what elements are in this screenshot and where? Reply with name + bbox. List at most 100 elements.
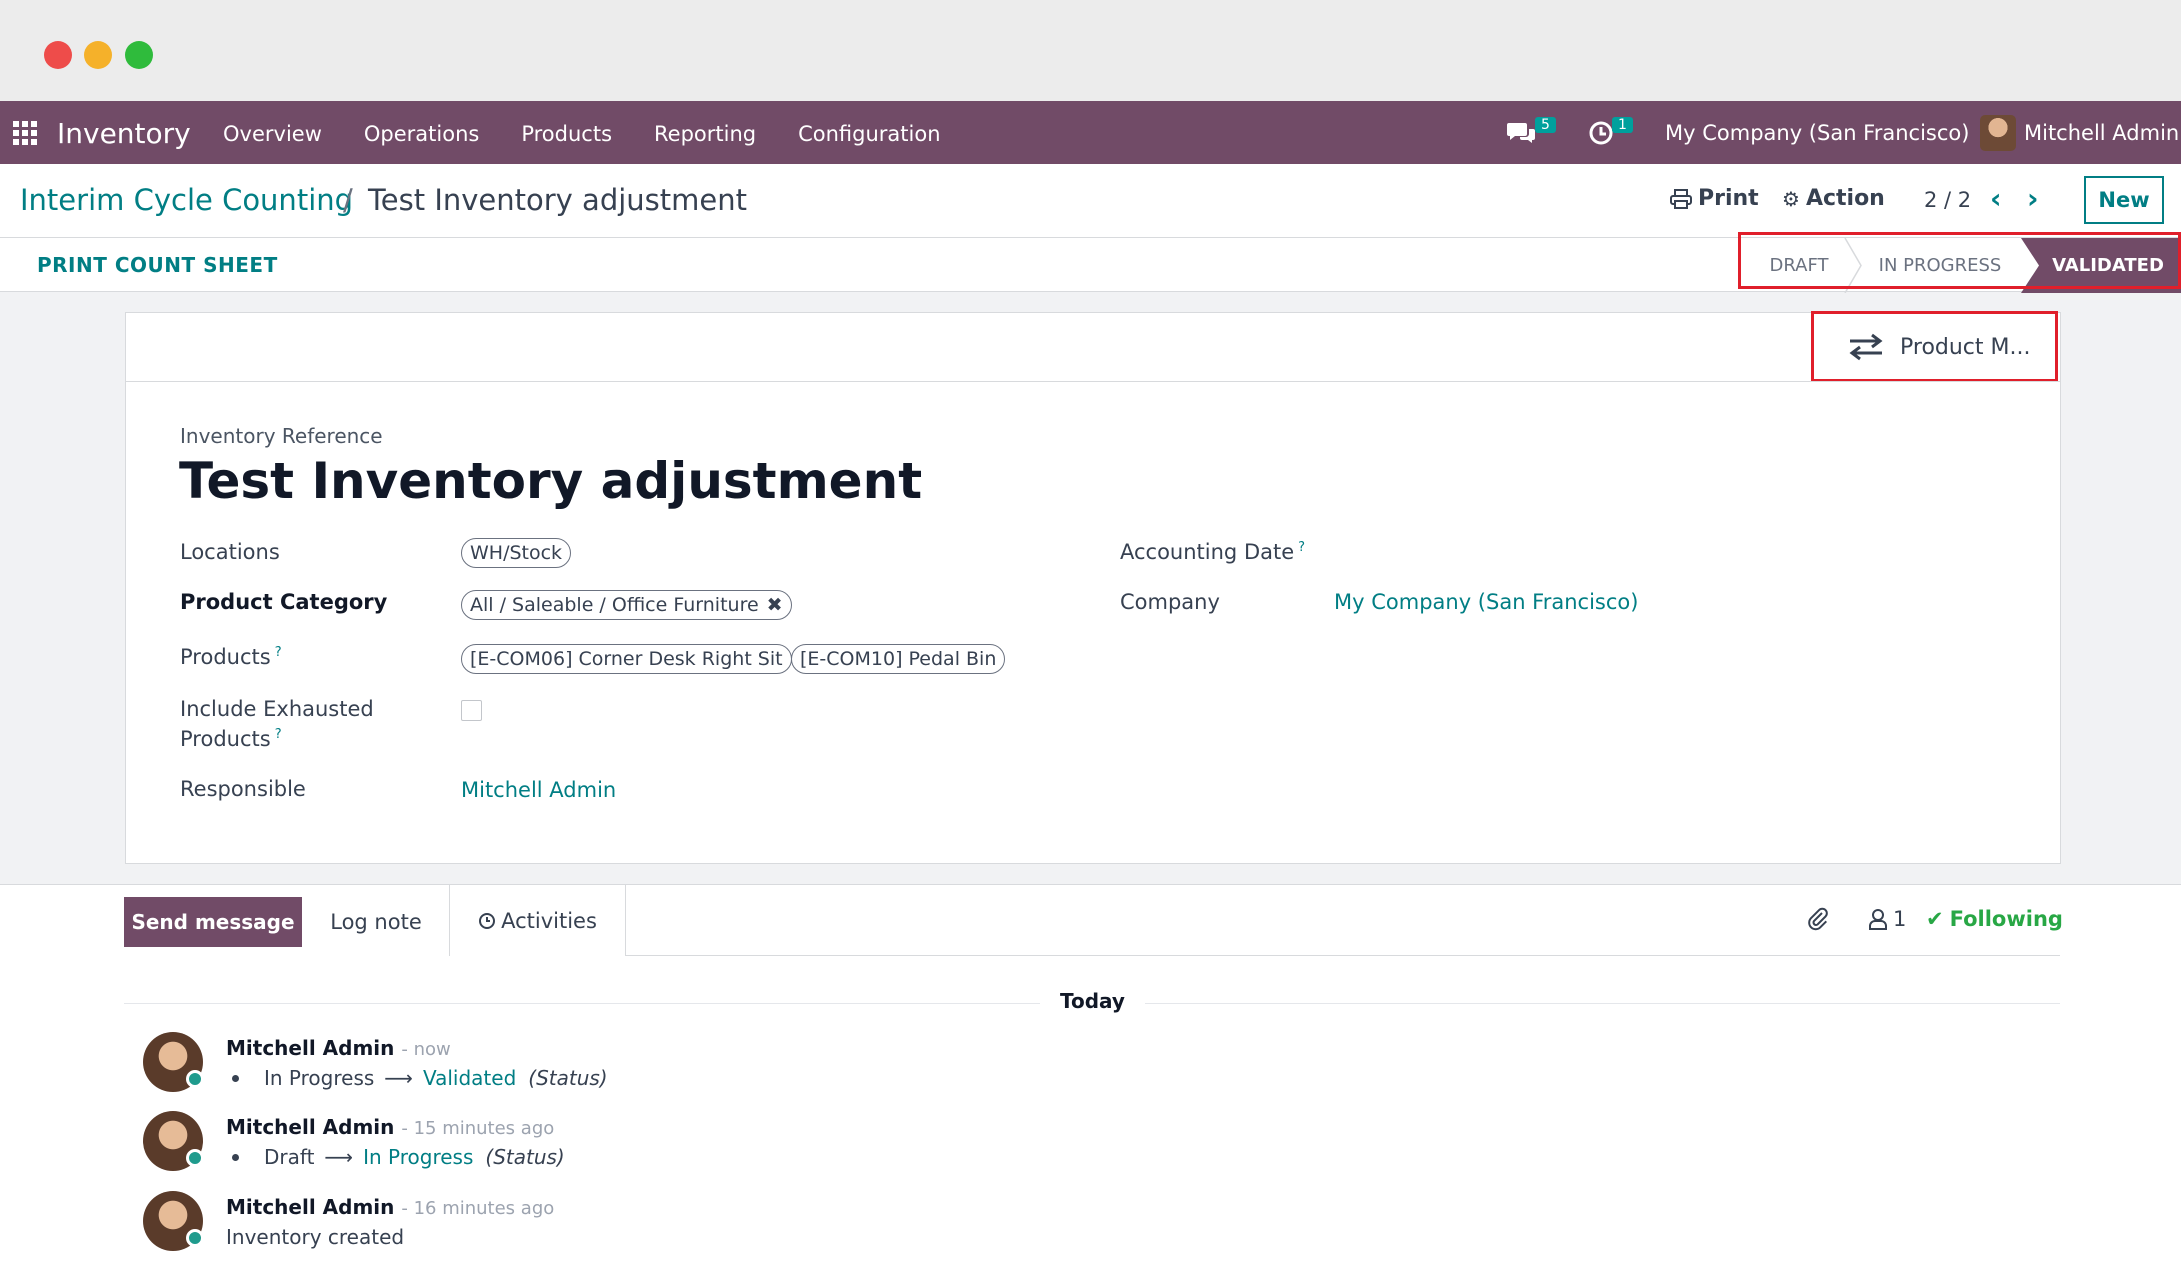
pager-next-icon[interactable]: › [2027, 182, 2039, 215]
followers-button[interactable]: 1 [1868, 907, 1906, 931]
button-box [125, 312, 2061, 382]
paperclip-icon [1808, 907, 1828, 931]
help-icon[interactable]: ? [1298, 540, 1305, 555]
inventory-reference-title[interactable]: Test Inventory adjustment [179, 452, 922, 510]
print-button[interactable]: Print [1670, 186, 1759, 211]
help-icon[interactable]: ? [275, 727, 282, 742]
highlight-box-smart-button [1811, 311, 2058, 382]
chatter: Send message Log note Activities 1 ✔ Fol… [0, 884, 2181, 1271]
include-exhausted-label: Include Exhausted [180, 697, 374, 721]
tracking-old-value: In Progress [264, 1066, 375, 1090]
action-button[interactable]: ⚙ Action [1782, 186, 1885, 211]
message-time: - now [401, 1039, 451, 1060]
print-count-sheet-button[interactable]: PRINT COUNT SHEET [37, 253, 278, 277]
accounting-date-label-text: Accounting Date [1120, 540, 1295, 564]
window-titlebar [0, 0, 2181, 101]
locations-label: Locations [180, 540, 280, 564]
menu-configuration[interactable]: Configuration [798, 122, 940, 146]
tracking-value: Draft ⟶ In Progress (Status) [232, 1145, 565, 1169]
product-category-value: All / Saleable / Office Furniture [470, 594, 759, 616]
message-author-name: Mitchell Admin [226, 1036, 395, 1060]
product-tag[interactable]: [E-COM10] Pedal Bin [791, 644, 1006, 674]
remove-icon[interactable]: ✖ [767, 594, 783, 616]
chat-icon [1507, 122, 1535, 143]
tracking-old-value: Draft [264, 1145, 315, 1169]
include-exhausted-label-line2: Products? [180, 727, 282, 751]
message-author: Mitchell Admin - now [226, 1036, 451, 1060]
pager-value[interactable]: 2 / 2 [1924, 188, 1971, 212]
include-exhausted-checkbox[interactable] [461, 700, 482, 721]
send-message-button[interactable]: Send message [124, 897, 302, 947]
clock-icon [479, 912, 496, 929]
online-status-icon [186, 1070, 204, 1088]
accounting-date-label: Accounting Date? [1120, 540, 1305, 564]
minimize-window-button[interactable] [84, 41, 112, 69]
log-note-button[interactable]: Log note [304, 897, 448, 947]
pager-previous-icon[interactable]: ‹ [1990, 182, 2002, 215]
tracking-new-value: Validated [422, 1066, 517, 1090]
company-switcher[interactable]: My Company (San Francisco) [1665, 101, 1969, 164]
message-author-name: Mitchell Admin [226, 1195, 395, 1219]
print-label: Print [1698, 186, 1759, 211]
include-exhausted-label-text: Products [180, 727, 271, 751]
product-category-tag[interactable]: All / Saleable / Office Furniture ✖ [461, 590, 792, 620]
followers-count: 1 [1893, 907, 1907, 931]
breadcrumb-current: Test Inventory adjustment [368, 183, 747, 217]
activity-menu[interactable] [1588, 101, 1614, 164]
attachment-button[interactable] [1806, 907, 1830, 931]
printer-icon [1670, 188, 1692, 209]
menu-overview[interactable]: Overview [223, 122, 322, 146]
user-icon [1869, 909, 1887, 930]
message-author-name: Mitchell Admin [226, 1115, 395, 1139]
tracking-value: In Progress ⟶ Validated (Status) [232, 1066, 608, 1090]
products-label-text: Products [180, 645, 271, 669]
menu-products[interactable]: Products [521, 122, 612, 146]
user-name: Mitchell Admin [2024, 120, 2180, 145]
responsible-label: Responsible [180, 777, 306, 801]
action-label: Action [1805, 186, 1885, 211]
online-status-icon [186, 1149, 204, 1167]
tracking-field: (Status) [485, 1145, 565, 1169]
gear-icon: ⚙ [1782, 186, 1800, 211]
main-menu: Overview Operations Products Reporting C… [223, 122, 983, 146]
activities-badge: 1 [1612, 117, 1633, 133]
breadcrumb-parent[interactable]: Interim Cycle Counting [20, 183, 353, 217]
highlight-box-stages [1738, 232, 2181, 289]
online-status-icon [186, 1229, 204, 1247]
new-button[interactable]: New [2084, 176, 2164, 224]
location-tag[interactable]: WH/Stock [461, 538, 572, 568]
help-icon[interactable]: ? [275, 645, 282, 660]
following-button[interactable]: ✔ Following [1926, 907, 2063, 931]
arrow-right-icon: ⟶ [324, 1145, 354, 1169]
product-tag[interactable]: [E-COM06] Corner Desk Right Sit [461, 644, 792, 674]
menu-reporting[interactable]: Reporting [654, 122, 756, 146]
app-name[interactable]: Inventory [57, 117, 191, 150]
arrow-right-icon: ⟶ [384, 1066, 413, 1090]
menu-operations[interactable]: Operations [364, 122, 479, 146]
following-label: Following [1949, 907, 2063, 931]
activities-button[interactable]: Activities [449, 885, 626, 956]
breadcrumb-separator: / [343, 183, 353, 217]
control-panel: Interim Cycle Counting / Test Inventory … [0, 164, 2181, 237]
company-label: Company [1120, 590, 1220, 614]
apps-icon[interactable] [13, 121, 37, 145]
tracking-new-value: In Progress [363, 1145, 474, 1169]
message-author: Mitchell Admin - 16 minutes ago [226, 1195, 554, 1219]
inventory-reference-label: Inventory Reference [180, 424, 383, 448]
maximize-window-button[interactable] [125, 41, 153, 69]
message-time: - 15 minutes ago [401, 1118, 555, 1139]
product-category-label: Product Category [180, 590, 388, 614]
message-time: - 16 minutes ago [401, 1198, 555, 1219]
clock-icon [1589, 121, 1613, 144]
activities-label: Activities [501, 908, 597, 933]
company-value[interactable]: My Company (San Francisco) [1334, 590, 1638, 614]
message-author: Mitchell Admin - 15 minutes ago [226, 1115, 554, 1139]
close-window-button[interactable] [44, 41, 72, 69]
user-menu[interactable]: Mitchell Admin [1980, 101, 2179, 164]
responsible-value[interactable]: Mitchell Admin [461, 778, 616, 802]
messaging-menu[interactable] [1506, 101, 1536, 164]
chatter-divider [626, 955, 2060, 956]
avatar [1980, 114, 2016, 151]
message-body: Inventory created [226, 1225, 405, 1249]
check-icon: ✔ [1926, 907, 1944, 931]
